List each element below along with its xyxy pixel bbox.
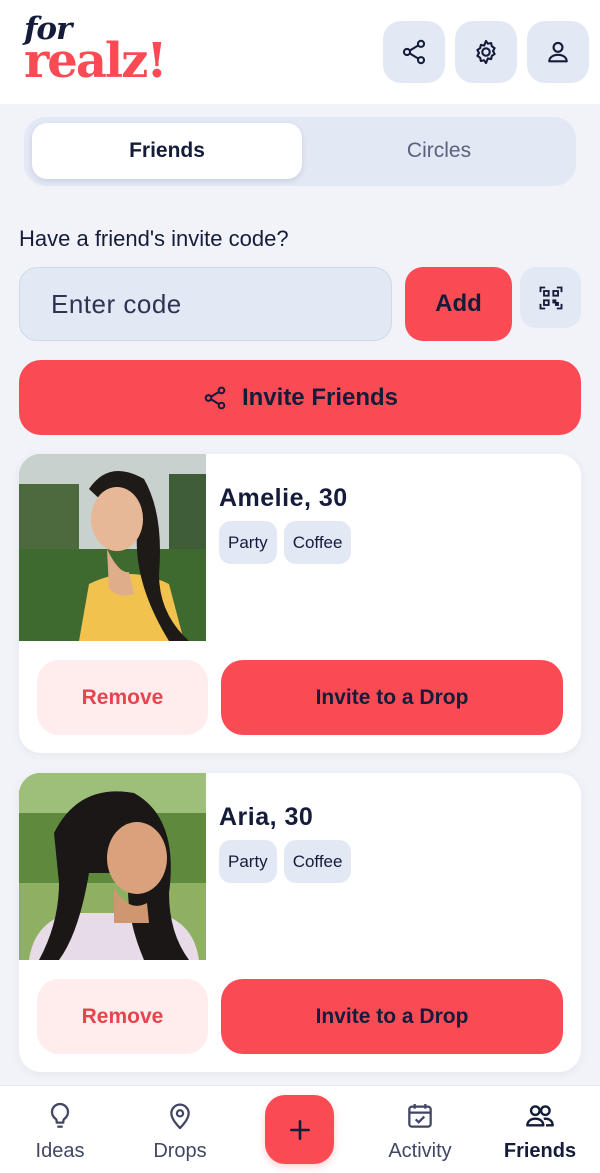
lightbulb-icon <box>50 1102 70 1128</box>
friend-card: Aria, 30 Party Coffee Remove Invite to a… <box>19 773 581 1072</box>
nav-item-activity[interactable]: Activity <box>372 1086 468 1173</box>
tag-chip: Party <box>219 521 277 564</box>
remove-friend-button[interactable]: Remove <box>37 979 208 1054</box>
friend-name: Amelie, 30 <box>219 484 348 512</box>
share-button[interactable] <box>383 21 445 83</box>
app-logo: for realz! <box>24 14 167 89</box>
friends-circles-toggle: Friends Circles <box>24 117 576 186</box>
qr-scan-icon <box>539 286 562 309</box>
friend-photo <box>19 454 206 641</box>
nav-label-friends: Friends <box>503 1140 577 1162</box>
invite-to-drop-button[interactable]: Invite to a Drop <box>221 660 563 735</box>
friend-name: Aria, 30 <box>219 803 314 831</box>
create-button[interactable] <box>265 1095 334 1164</box>
tag-chip: Party <box>219 840 277 883</box>
friend-tags: Party Coffee <box>219 840 352 883</box>
profile-button[interactable] <box>527 21 589 83</box>
top-bar: for realz! <box>0 0 600 104</box>
user-icon <box>548 41 568 63</box>
invite-code-question: Have a friend's invite code? <box>19 226 289 251</box>
tab-circles[interactable]: Circles <box>310 123 568 179</box>
logo-realz-text: realz! <box>24 33 167 89</box>
invite-friends-button[interactable]: Invite Friends <box>19 360 581 435</box>
nav-label-ideas: Ideas <box>35 1140 85 1162</box>
calendar-check-icon <box>408 1104 432 1128</box>
nav-item-drops[interactable]: Drops <box>140 1086 220 1173</box>
friend-tags: Party Coffee <box>219 521 352 564</box>
nav-label-drops: Drops <box>153 1140 207 1162</box>
plus-icon <box>289 1119 310 1140</box>
friend-card: Amelie, 30 Party Coffee Remove Invite to… <box>19 454 581 753</box>
share-icon <box>204 386 226 409</box>
share-icon <box>402 39 426 65</box>
map-pin-icon <box>170 1103 190 1130</box>
tag-chip: Coffee <box>283 840 352 883</box>
settings-button[interactable] <box>455 21 517 83</box>
users-icon <box>526 1105 554 1127</box>
gear-icon <box>476 39 496 65</box>
friend-photo <box>19 773 206 960</box>
tab-friends[interactable]: Friends <box>32 123 302 179</box>
invite-friends-label: Invite Friends <box>241 383 399 411</box>
nav-item-friends[interactable]: Friends <box>494 1086 586 1173</box>
remove-friend-button[interactable]: Remove <box>37 660 208 735</box>
add-code-button[interactable]: Add <box>405 267 512 341</box>
tag-chip: Coffee <box>283 521 352 564</box>
invite-code-input[interactable] <box>19 267 392 341</box>
scan-qr-button[interactable] <box>520 267 581 328</box>
nav-label-activity: Activity <box>388 1140 452 1162</box>
nav-item-ideas[interactable]: Ideas <box>20 1086 100 1173</box>
invite-to-drop-button[interactable]: Invite to a Drop <box>221 979 563 1054</box>
